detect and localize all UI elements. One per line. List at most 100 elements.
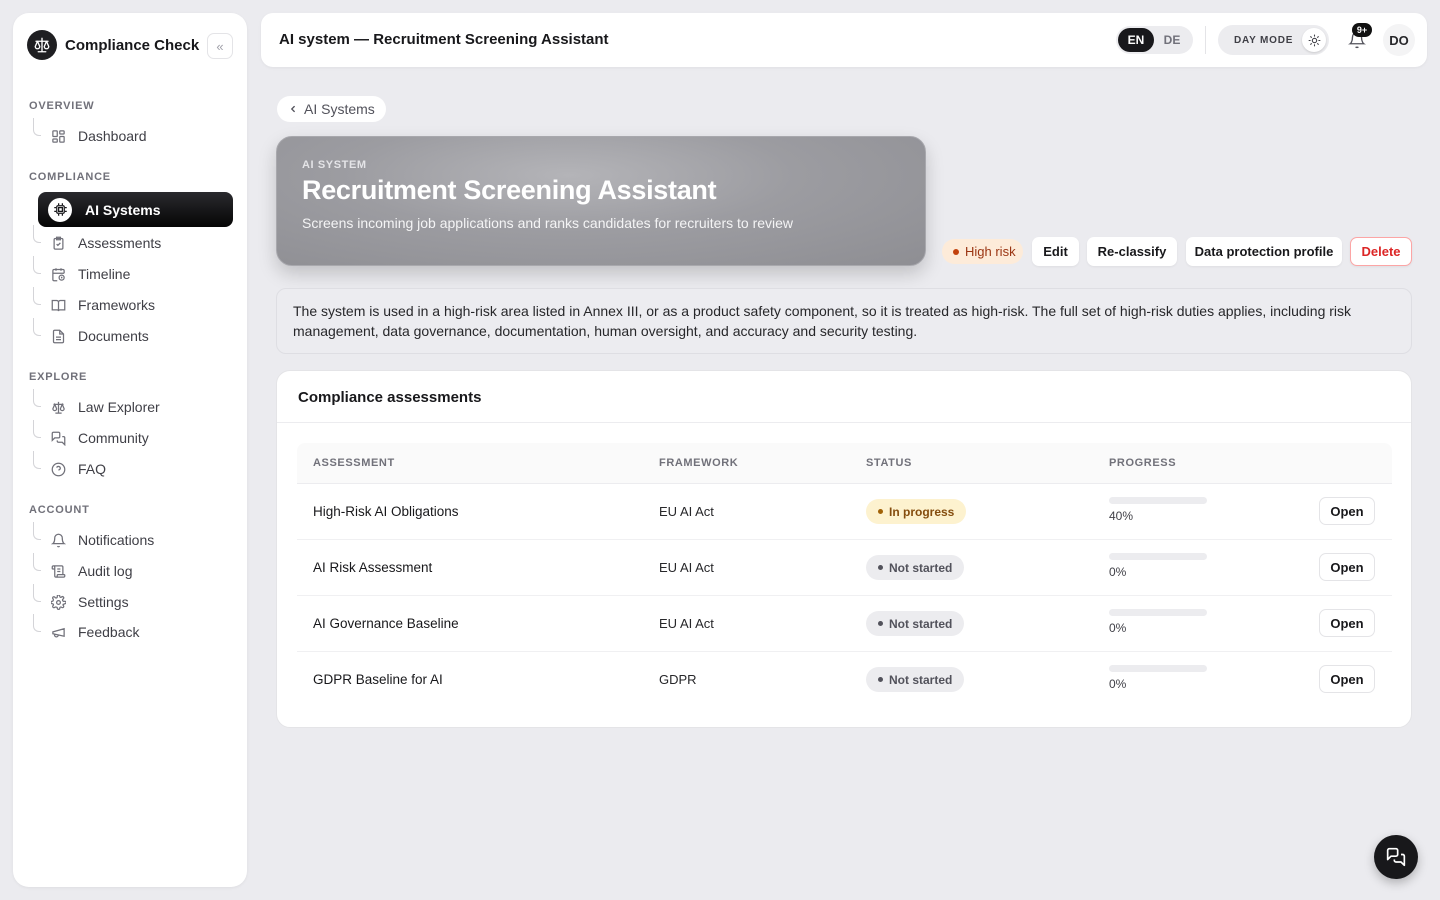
status-label: Not started (889, 672, 953, 687)
sidebar-item-settings[interactable]: Settings (33, 584, 233, 616)
sidebar-item-documents[interactable]: Documents (33, 318, 233, 350)
sidebar-item-community[interactable]: Community (33, 420, 233, 452)
system-description: Screens incoming job applications and ra… (302, 215, 794, 231)
edit-button[interactable]: Edit (1032, 237, 1079, 266)
table-row: High-Risk AI Obligations EU AI Act In prog… (297, 484, 1392, 540)
scales-icon (50, 399, 66, 415)
progress-bar (1109, 665, 1207, 672)
chevron-left-icon (288, 104, 298, 114)
table-row: GDPR Baseline for AI GDPR Not started 0% Ope… (297, 652, 1392, 708)
help-circle-icon (50, 461, 66, 477)
status-badge: Not started (866, 667, 965, 692)
sidebar-item-notifications[interactable]: Notifications (33, 522, 233, 554)
sidebar: Compliance Check « OVERVIEW Dashboard CO… (13, 13, 247, 887)
sidebar-item-frameworks[interactable]: Frameworks (33, 287, 233, 319)
language-de[interactable]: DE (1154, 28, 1190, 52)
sidebar-item-dashboard[interactable]: Dashboard (33, 118, 233, 150)
reclassify-button[interactable]: Re-classify (1087, 237, 1177, 266)
status-label: Not started (889, 560, 953, 575)
assessment-name: High-Risk AI Obligations (313, 504, 459, 519)
sidebar-item-label: AI Systems (85, 201, 161, 218)
sidebar-item-feedback[interactable]: Feedback (33, 614, 233, 646)
status-dot-icon (878, 621, 883, 626)
message-square-icon (1386, 847, 1406, 867)
chip-icon (48, 197, 72, 222)
book-open-icon (50, 297, 66, 313)
sidebar-item-ai-systems[interactable]: AI Systems (38, 192, 233, 227)
brand[interactable]: Compliance Check (27, 30, 199, 60)
file-text-icon (50, 328, 66, 344)
page-title: AI system — Recruitment Screening Assist… (279, 31, 609, 48)
assessment-name: AI Governance Baseline (313, 616, 459, 631)
table-row: AI Risk Assessment EU AI Act Not started 0%… (297, 540, 1392, 596)
assessments-table: ASSESSMENT FRAMEWORK STATUS PROGRESS Hig… (297, 443, 1392, 708)
progress-label: 40% (1109, 509, 1134, 523)
collapse-sidebar-button[interactable]: « (207, 33, 233, 59)
status-badge: Not started (866, 611, 965, 636)
notification-count-badge: 9+ (1352, 23, 1372, 37)
assessment-name: GDPR Baseline for AI (313, 672, 443, 687)
delete-button[interactable]: Delete (1350, 237, 1412, 266)
assessments-card: Compliance assessments ASSESSMENT FRAMEW… (276, 370, 1412, 728)
section-account: ACCOUNT (29, 504, 90, 516)
status-label: Not started (889, 616, 953, 631)
status-dot-icon (878, 677, 883, 682)
theme-toggle[interactable]: DAY MODE (1218, 25, 1329, 55)
scales-logo-icon (27, 30, 57, 60)
top-bar: AI system — Recruitment Screening Assist… (261, 13, 1427, 67)
table-row: AI Governance Baseline EU AI Act Not start… (297, 596, 1392, 652)
section-overview: OVERVIEW (29, 100, 95, 112)
progress-bar (1109, 497, 1207, 504)
sidebar-item-label: Community (78, 430, 149, 446)
divider (1205, 26, 1206, 54)
open-assessment-button[interactable]: Open (1319, 553, 1375, 581)
sidebar-item-label: Assessments (78, 235, 162, 251)
status-badge: Not started (866, 555, 965, 580)
risk-level-badge: High risk (942, 239, 1023, 264)
hero-kicker: AI SYSTEM (302, 159, 367, 171)
sidebar-item-label: FAQ (78, 461, 107, 477)
back-label: AI Systems (304, 101, 375, 117)
bell-icon (50, 532, 66, 548)
open-assessment-button[interactable]: Open (1319, 665, 1375, 693)
progress-bar (1109, 553, 1207, 560)
gear-icon (50, 594, 66, 610)
assessment-name: AI Risk Assessment (313, 560, 433, 575)
language-en[interactable]: EN (1118, 28, 1154, 52)
status-badge: In progress (866, 499, 967, 524)
column-header: ASSESSMENT (313, 457, 395, 469)
status-label: In progress (889, 504, 955, 519)
megaphone-icon (50, 624, 66, 640)
progress-label: 0% (1109, 677, 1127, 691)
table-body: High-Risk AI Obligations EU AI Act In prog… (297, 484, 1392, 708)
sidebar-item-label: Law Explorer (78, 399, 160, 415)
progress-label: 0% (1109, 621, 1127, 635)
column-header: STATUS (866, 457, 912, 469)
sidebar-item-faq[interactable]: FAQ (33, 451, 233, 483)
sidebar-item-timeline[interactable]: Timeline (33, 256, 233, 288)
data-protection-profile-button[interactable]: Data protection profile (1186, 237, 1342, 266)
back-to-ai-systems-link[interactable]: AI Systems (277, 96, 386, 122)
system-title: Recruitment Screening Assistant (302, 175, 717, 205)
sidebar-item-law-explorer[interactable]: Law Explorer (33, 389, 233, 421)
theme-label: DAY MODE (1234, 34, 1294, 46)
avatar[interactable]: DO (1383, 24, 1415, 56)
column-header: FRAMEWORK (659, 457, 739, 469)
sidebar-item-label: Timeline (78, 266, 131, 282)
sidebar-item-label: Audit log (78, 563, 133, 579)
language-toggle[interactable]: EN DE (1116, 26, 1193, 54)
sidebar-item-audit-log[interactable]: Audit log (33, 553, 233, 585)
open-assessment-button[interactable]: Open (1319, 609, 1375, 637)
sun-icon (1302, 28, 1326, 52)
framework-name: GDPR (659, 672, 697, 687)
chat-button[interactable] (1374, 835, 1418, 879)
double-chevron-left-icon: « (216, 38, 224, 54)
calendar-clock-icon (50, 266, 66, 282)
section-explore: EXPLORE (29, 371, 88, 383)
sidebar-item-label: Notifications (78, 532, 155, 548)
grid-icon (50, 128, 66, 144)
section-compliance: COMPLIANCE (29, 171, 111, 183)
sidebar-item-assessments[interactable]: Assessments (33, 225, 233, 257)
progress-label: 0% (1109, 565, 1127, 579)
open-assessment-button[interactable]: Open (1319, 497, 1375, 525)
